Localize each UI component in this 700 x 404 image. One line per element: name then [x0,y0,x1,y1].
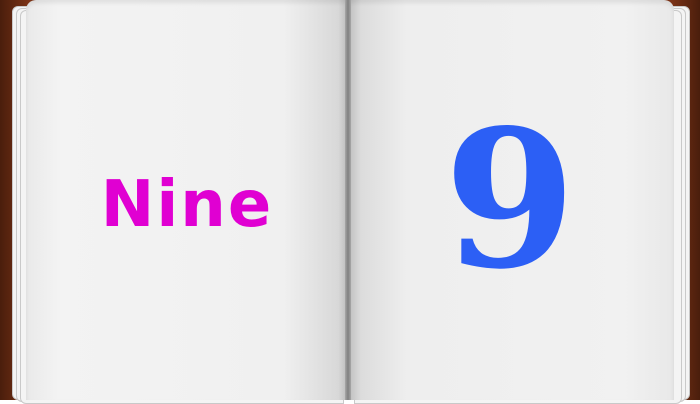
number-word: Nine [100,168,274,242]
open-book: Nine 9 [0,0,700,404]
number-digit: 9 [443,88,577,311]
